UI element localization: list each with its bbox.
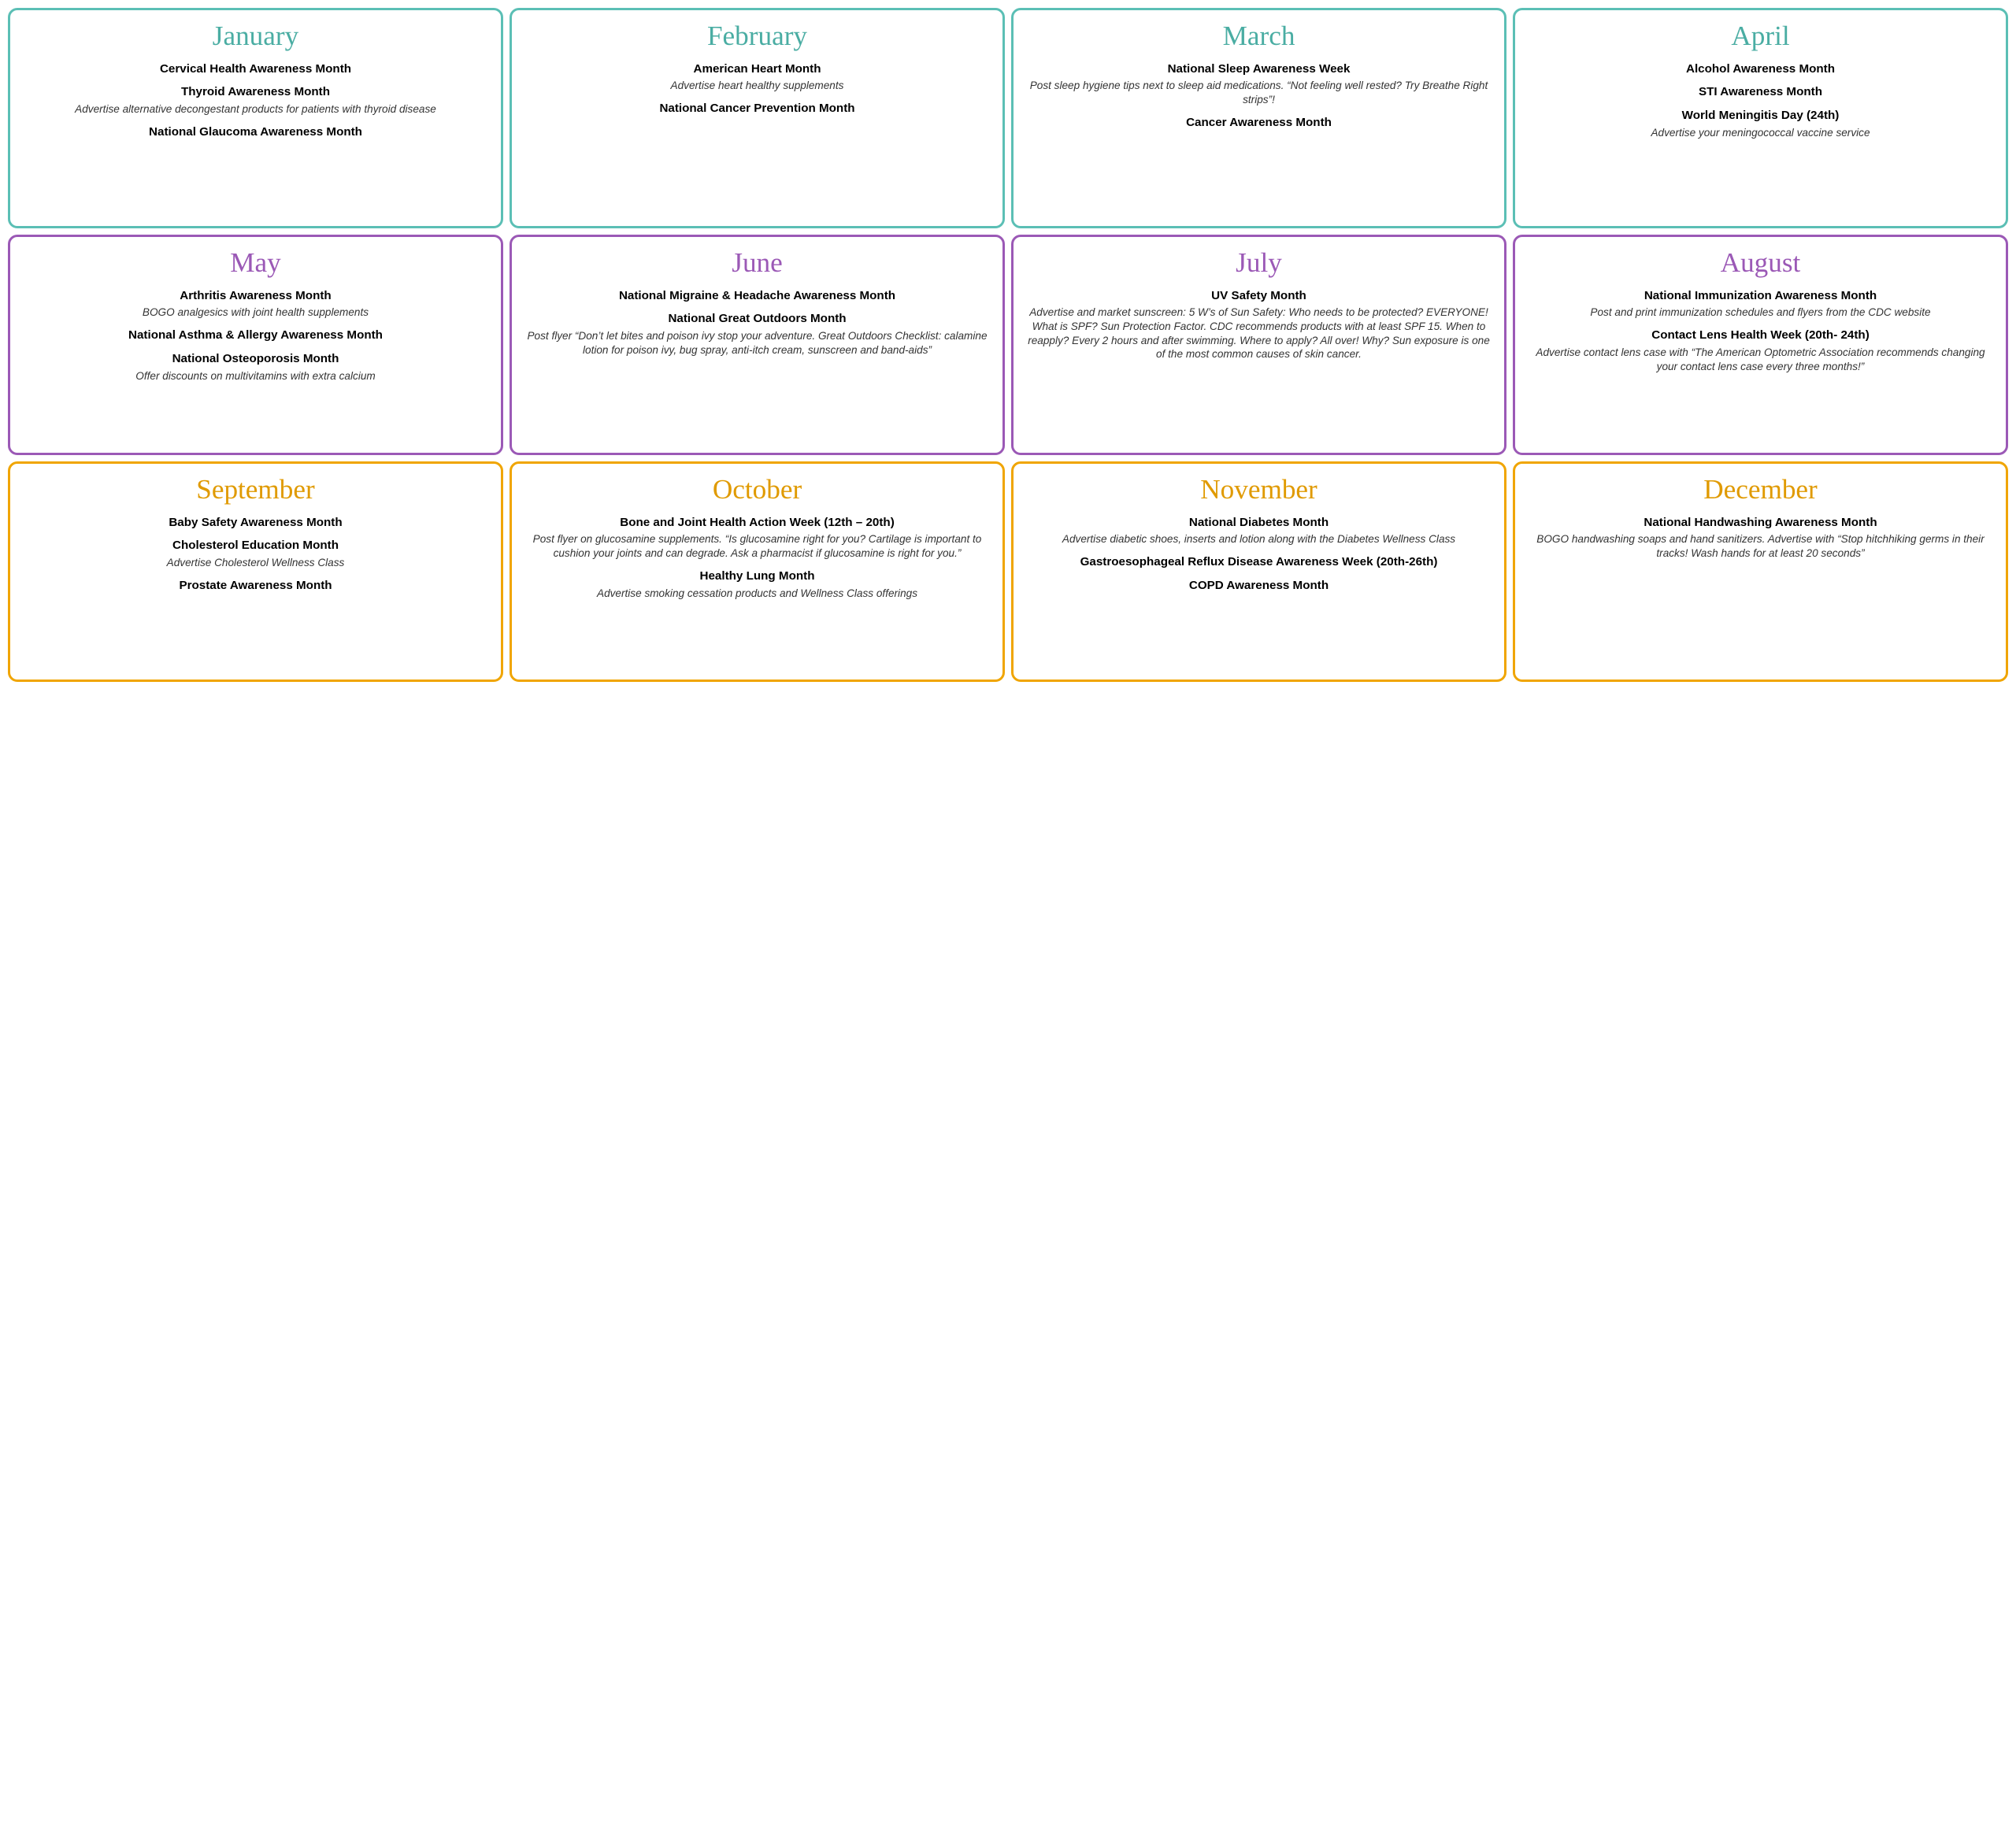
event-block: World Meningitis Day (24th) Advertise you…: [1528, 108, 1993, 139]
month-card-june: June National Migraine & Headache Awarene…: [510, 235, 1005, 455]
month-title-march: March: [1026, 21, 1492, 52]
event-block: Healthy Lung Month Advertise smoking cess…: [524, 568, 990, 600]
event-title: STI Awareness Month: [1528, 84, 1993, 100]
month-card-august: August National Immunization Awareness Mo…: [1513, 235, 2008, 455]
event-title: National Immunization Awareness Month: [1528, 288, 1993, 304]
event-block: American Heart Month Advertise heart heal…: [524, 61, 990, 93]
month-title-september: September: [23, 475, 488, 505]
event-block: Gastroesophageal Reflux Disease Awarenes…: [1026, 554, 1492, 570]
month-title-june: June: [524, 248, 990, 279]
event-block: National Immunization Awareness Month Pos…: [1528, 288, 1993, 320]
month-title-february: February: [524, 21, 990, 52]
event-block: National Asthma & Allergy Awareness Mont…: [23, 328, 488, 343]
event-block: Alcohol Awareness Month: [1528, 61, 1993, 77]
event-desc: Advertise Cholesterol Wellness Class: [23, 556, 488, 570]
event-desc: Advertise your meningococcal vaccine ser…: [1528, 126, 1993, 140]
month-card-november: November National Diabetes MonthAdvertise…: [1011, 461, 1506, 682]
event-desc: BOGO handwashing soaps and hand sanitize…: [1528, 532, 1993, 560]
event-block: Cholesterol Education Month Advertise Cho…: [23, 538, 488, 569]
event-block: National Diabetes MonthAdvertise diabeti…: [1026, 515, 1492, 546]
event-block: Prostate Awareness Month: [23, 578, 488, 594]
event-block: National Glaucoma Awareness Month: [23, 124, 488, 140]
month-title-january: January: [23, 21, 488, 52]
month-card-october: October Bone and Joint Health Action Week…: [510, 461, 1005, 682]
event-block: Bone and Joint Health Action Week (12th …: [524, 515, 990, 561]
event-title: Arthritis Awareness Month: [23, 288, 488, 304]
event-title: National Great Outdoors Month: [524, 311, 990, 327]
event-desc: Post sleep hygiene tips next to sleep ai…: [1026, 79, 1492, 106]
event-block: UV Safety Month Advertise and market suns…: [1026, 288, 1492, 361]
event-desc: Advertise and market sunscreen: 5 W’s of…: [1026, 306, 1492, 361]
event-desc: Advertise heart healthy supplements: [524, 79, 990, 93]
event-title: National Asthma & Allergy Awareness Mont…: [23, 328, 488, 343]
month-title-may: May: [23, 248, 488, 279]
event-title: Gastroesophageal Reflux Disease Awarenes…: [1026, 554, 1492, 570]
event-title: Contact Lens Health Week (20th- 24th): [1528, 328, 1993, 343]
month-card-september: September Baby Safety Awareness Month Chol…: [8, 461, 503, 682]
event-desc: Advertise contact lens case with “The Am…: [1528, 346, 1993, 373]
event-block: National Handwashing Awareness MonthBOGO…: [1528, 515, 1993, 561]
event-title: National Cancer Prevention Month: [524, 101, 990, 117]
event-desc: Offer discounts on multivitamins with ex…: [23, 369, 488, 383]
event-title: Cancer Awareness Month: [1026, 115, 1492, 131]
event-title: National Sleep Awareness Week: [1026, 61, 1492, 77]
month-card-may: May Arthritis Awareness Month BOGO analges…: [8, 235, 503, 455]
month-title-july: July: [1026, 248, 1492, 279]
event-title: UV Safety Month: [1026, 288, 1492, 304]
event-title: Healthy Lung Month: [524, 568, 990, 584]
event-block: Thyroid Awareness Month Advertise alterna…: [23, 84, 488, 116]
month-title-november: November: [1026, 475, 1492, 505]
event-desc: Advertise diabetic shoes, inserts and lo…: [1026, 532, 1492, 546]
event-desc: Advertise alternative decongestant produ…: [23, 102, 488, 117]
event-title: American Heart Month: [524, 61, 990, 77]
event-block: Arthritis Awareness Month BOGO analgesics…: [23, 288, 488, 320]
event-desc: Post flyer on glucosamine supplements. “…: [524, 532, 990, 560]
event-block: COPD Awareness Month: [1026, 578, 1492, 594]
event-block: National Sleep Awareness Week Post sleep …: [1026, 61, 1492, 107]
calendar-grid: January Cervical Health Awareness Month Th…: [8, 8, 2008, 682]
event-title: Bone and Joint Health Action Week (12th …: [524, 515, 990, 531]
event-title: Cervical Health Awareness Month: [23, 61, 488, 77]
event-title: COPD Awareness Month: [1026, 578, 1492, 594]
event-desc: Advertise smoking cessation products and…: [524, 587, 990, 601]
event-title: World Meningitis Day (24th): [1528, 108, 1993, 124]
event-title: National Diabetes Month: [1026, 515, 1492, 531]
event-title: Cholesterol Education Month: [23, 538, 488, 554]
event-desc: Post flyer “Don’t let bites and poison i…: [524, 329, 990, 357]
event-title: National Glaucoma Awareness Month: [23, 124, 488, 140]
event-title: National Osteoporosis Month: [23, 351, 488, 367]
event-title: Baby Safety Awareness Month: [23, 515, 488, 531]
event-block: National Osteoporosis Month Offer discoun…: [23, 351, 488, 383]
event-desc: BOGO analgesics with joint health supple…: [23, 306, 488, 320]
month-title-august: August: [1528, 248, 1993, 279]
month-card-december: December National Handwashing Awareness M…: [1513, 461, 2008, 682]
event-title: National Migraine & Headache Awareness M…: [524, 288, 990, 304]
event-block: Cervical Health Awareness Month: [23, 61, 488, 77]
month-card-february: February American Heart Month Advertise he…: [510, 8, 1005, 228]
month-card-march: March National Sleep Awareness Week Post s…: [1011, 8, 1506, 228]
event-title: Prostate Awareness Month: [23, 578, 488, 594]
event-block: National Cancer Prevention Month: [524, 101, 990, 117]
event-block: Contact Lens Health Week (20th- 24th) Adv…: [1528, 328, 1993, 373]
event-block: Baby Safety Awareness Month: [23, 515, 488, 531]
event-title: National Handwashing Awareness Month: [1528, 515, 1993, 531]
month-card-january: January Cervical Health Awareness Month Th…: [8, 8, 503, 228]
month-title-december: December: [1528, 475, 1993, 505]
event-block: Cancer Awareness Month: [1026, 115, 1492, 131]
event-title: Thyroid Awareness Month: [23, 84, 488, 100]
event-title: Alcohol Awareness Month: [1528, 61, 1993, 77]
month-title-october: October: [524, 475, 990, 505]
month-card-july: July UV Safety Month Advertise and market …: [1011, 235, 1506, 455]
month-title-april: April: [1528, 21, 1993, 52]
event-desc: Post and print immunization schedules an…: [1528, 306, 1993, 320]
event-block: National Migraine & Headache Awareness M…: [524, 288, 990, 304]
month-card-april: April Alcohol Awareness Month STI Awarenes…: [1513, 8, 2008, 228]
event-block: STI Awareness Month: [1528, 84, 1993, 100]
event-block: National Great Outdoors Month Post flyer …: [524, 311, 990, 357]
